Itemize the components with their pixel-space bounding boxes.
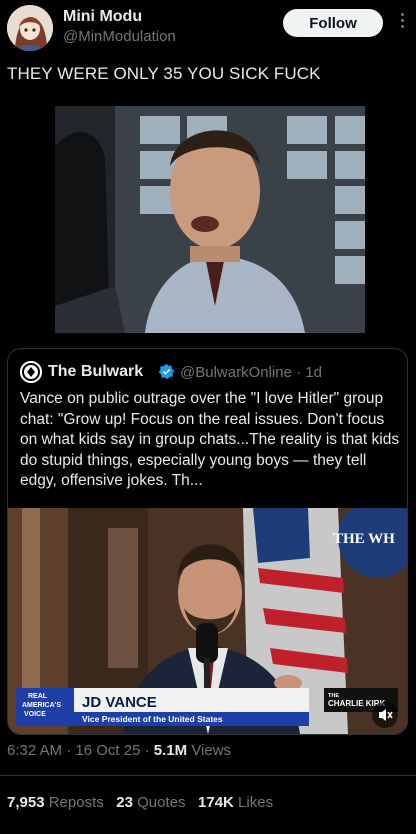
news-lower-third: REAL AMERICA'S VOICE JD VANCE Vice Presi… <box>16 688 398 726</box>
lower-third-subtitle: Vice President of the United States <box>82 714 223 724</box>
author-avatar[interactable] <box>7 5 53 51</box>
tweet-date[interactable]: 16 Oct 25 <box>75 742 140 759</box>
likes-stat[interactable]: 174K Likes <box>198 794 273 811</box>
views-label: Views <box>191 742 232 759</box>
reposts-label: Reposts <box>48 794 104 811</box>
quoted-author-name[interactable]: The Bulwark <box>48 363 143 381</box>
quotes-label: Quotes <box>137 794 186 811</box>
rav-logo-line3: VOICE <box>24 711 46 718</box>
wall-sign-text: THE WH <box>333 531 395 547</box>
follow-button[interactable]: Follow <box>283 9 383 37</box>
mute-icon[interactable] <box>372 702 398 728</box>
separator-dot: · <box>66 742 76 759</box>
likes-count: 174K <box>198 794 234 811</box>
rav-logo-line2: AMERICA'S <box>22 702 61 709</box>
reposts-count: 7,953 <box>7 794 45 811</box>
author-handle[interactable]: @MinModulation <box>63 28 176 45</box>
bulwark-logo-icon <box>20 361 42 383</box>
quoted-age: 1d <box>305 364 322 381</box>
separator-dot: · <box>144 742 154 759</box>
engagement-stats: 7,953 Reposts 23 Quotes 174K Likes <box>7 794 273 811</box>
quoted-handle-text: @BulwarkOnline <box>180 364 292 381</box>
quotes-count: 23 <box>116 794 133 811</box>
verified-badge-icon <box>158 363 175 380</box>
quoted-author-handle[interactable]: @BulwarkOnline · 1d <box>180 364 322 381</box>
author-name[interactable]: Mini Modu <box>63 8 142 26</box>
divider <box>0 775 416 776</box>
tweet-meta: 6:32 AM · 16 Oct 25 · 5.1M Views <box>7 742 231 759</box>
more-icon[interactable] <box>398 10 406 36</box>
lower-third-title: JD VANCE <box>82 694 157 711</box>
tweet-time[interactable]: 6:32 AM <box>7 742 62 759</box>
quoted-text: Vance on public outrage over the "I love… <box>20 390 400 489</box>
likes-label: Likes <box>238 794 274 811</box>
rav-logo-line1: REAL <box>28 693 48 700</box>
views-count: 5.1M <box>153 742 188 759</box>
quoted-tweet[interactable]: The Bulwark @BulwarkOnline · 1d Vance on… <box>7 348 408 735</box>
quotes-stat[interactable]: 23 Quotes <box>116 794 185 811</box>
tweet-image[interactable] <box>55 106 365 333</box>
tweet-text: THEY WERE ONLY 35 YOU SICK FUCK <box>7 64 321 83</box>
reposts-stat[interactable]: 7,953 Reposts <box>7 794 104 811</box>
separator-dot: · <box>296 364 306 381</box>
